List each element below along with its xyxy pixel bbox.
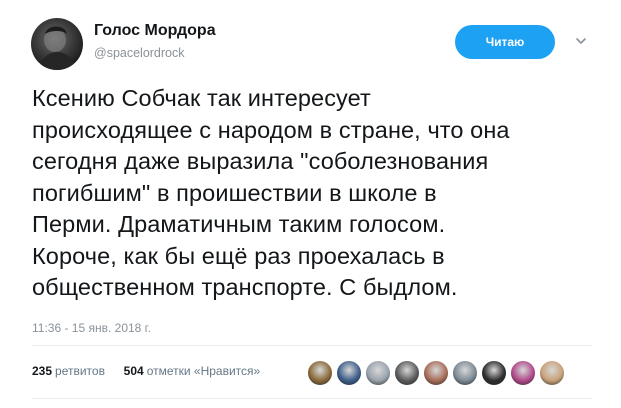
likes-label: отметки «Нравится» [146,364,261,378]
retweets-stat[interactable]: 235 ретвитов [32,364,108,378]
liker-avatar-4[interactable] [394,360,420,386]
tweet-text: Ксению Собчак так интересует происходяще… [32,85,510,300]
liker-avatar-8[interactable] [510,360,536,386]
liker-avatars [307,360,565,386]
avatar[interactable] [31,18,83,70]
tweet-stats: 235 ретвитов 504 отметки «Нравится» [32,364,260,378]
liker-avatar-5[interactable] [423,360,449,386]
likes-stat[interactable]: 504 отметки «Нравится» [124,364,261,378]
user-handle[interactable]: @spacelordrock [94,46,185,60]
chevron-down-icon[interactable] [574,34,588,48]
liker-avatar-9[interactable] [539,360,565,386]
liker-avatar-2[interactable] [336,360,362,386]
liker-avatar-1[interactable] [307,360,333,386]
liker-avatar-3[interactable] [365,360,391,386]
likes-count: 504 [123,364,144,378]
tweet-timestamp[interactable]: 11:36 - 15 янв. 2018 г. [32,321,151,335]
divider [32,398,592,399]
tweet-card: Голос Мордора @spacelordrock Читаю Ксени… [0,0,621,408]
avatar-portrait-icon [39,26,77,70]
divider [32,345,592,346]
retweets-label: ретвитов [55,364,105,378]
liker-avatar-7[interactable] [481,360,507,386]
liker-avatar-6[interactable] [452,360,478,386]
retweets-count: 235 [32,364,53,378]
following-button[interactable]: Читаю [455,25,555,59]
user-display-name[interactable]: Голос Мордора [94,22,216,40]
